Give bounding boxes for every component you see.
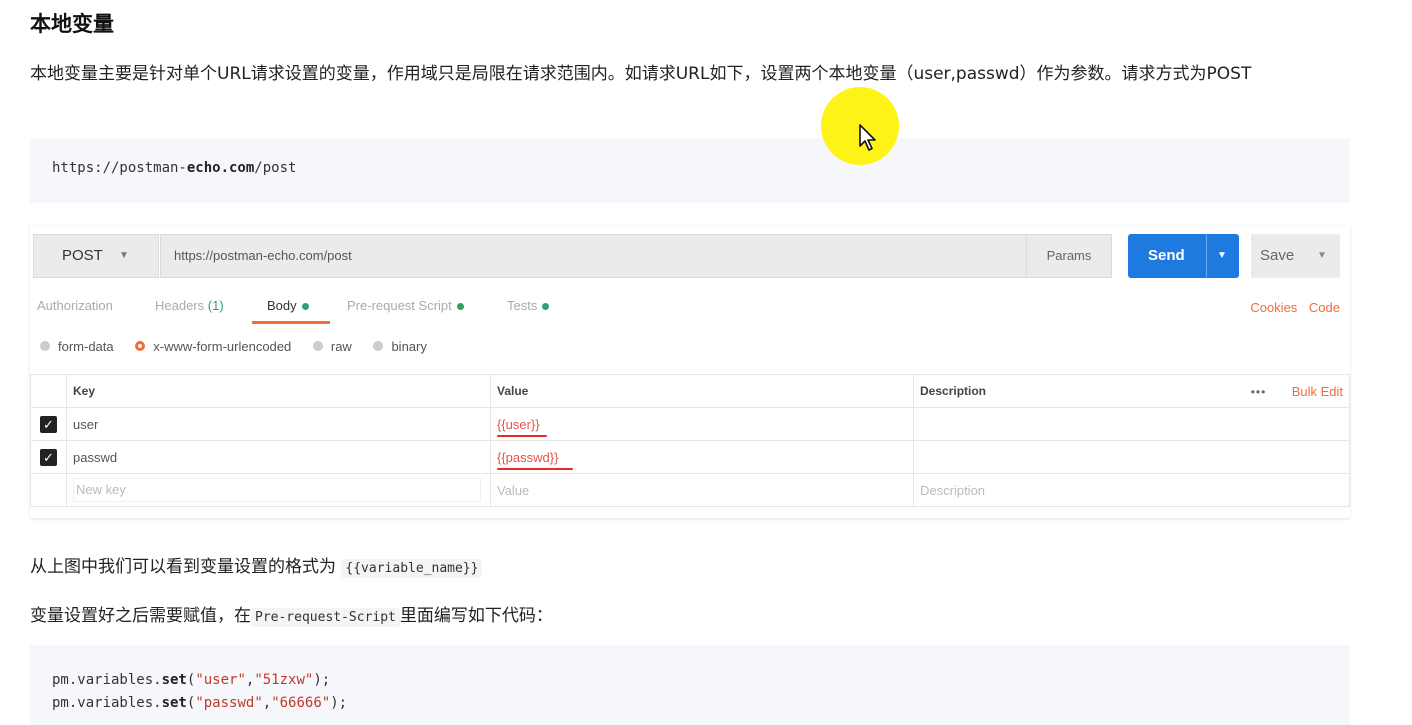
radio-circle <box>373 341 384 351</box>
row-checkbox[interactable]: ✓ <box>30 440 67 474</box>
radio-binary[interactable]: binary <box>373 339 427 354</box>
key-cell[interactable]: user <box>66 407 491 441</box>
table-header-row: Key Value Description ••• Bulk Edit <box>30 374 1350 408</box>
row-checkbox-empty <box>30 473 67 507</box>
key-value-table: Key Value Description ••• Bulk Edit ✓ us… <box>30 374 1350 507</box>
params-button[interactable]: Params <box>1027 234 1112 278</box>
code-line: pm.variables.set("user","51zxw"); <box>52 672 331 688</box>
tab-tests[interactable]: Tests <box>507 298 550 313</box>
postman-request-panel: POST ▼ https://postman-echo.com/post Par… <box>30 226 1350 518</box>
checkmark-icon[interactable]: ✓ <box>40 448 57 466</box>
table-row: ✓ user {{user}} <box>30 407 1350 441</box>
request-links: Cookies Code <box>1242 300 1340 315</box>
radio-circle <box>312 341 323 351</box>
send-button[interactable]: Send ▼ <box>1128 234 1239 278</box>
page-title: 本地变量 <box>30 12 114 36</box>
headers-count: (1) <box>207 298 224 313</box>
format-paragraph: 从上图中我们可以看到变量设置的格式为 {{variable_name}} <box>30 552 483 578</box>
radio-circle <box>135 341 146 351</box>
table-header-key: Key <box>66 374 491 408</box>
cookies-link[interactable]: Cookies <box>1250 300 1297 315</box>
table-header-value: Value <box>490 374 914 408</box>
tab-body[interactable]: Body <box>267 298 309 313</box>
bulk-edit-link[interactable]: Bulk Edit <box>1292 384 1343 399</box>
key-cell[interactable]: passwd <box>66 440 491 474</box>
body-type-selector: form-data x-www-form-urlencoded raw bina… <box>40 339 445 354</box>
table-row: ✓ passwd {{passwd}} <box>30 440 1350 474</box>
inline-code-variable-name: {{variable_name}} <box>341 559 483 578</box>
chevron-down-icon: ▼ <box>119 250 129 261</box>
tab-pre-request-script[interactable]: Pre-request Script <box>347 298 464 313</box>
status-dot-icon <box>301 303 309 311</box>
annotation-underline <box>497 435 547 437</box>
value-cell[interactable]: {{user}} <box>490 407 914 441</box>
url-input[interactable]: https://postman-echo.com/post <box>160 234 1027 278</box>
chevron-down-icon[interactable]: ▼ <box>1206 234 1227 278</box>
request-tabs: Authorization Headers (1) Body Pre-reque… <box>30 288 1350 324</box>
radio-form-data[interactable]: form-data <box>40 339 114 354</box>
description-cell[interactable] <box>913 440 1350 474</box>
send-label: Send <box>1148 247 1185 264</box>
intro-paragraph: 本地变量主要是针对单个URL请求设置的变量，作用域只是局限在请求范围内。如请求U… <box>30 64 1252 84</box>
new-key-cell[interactable]: New key <box>66 473 491 507</box>
request-bar: POST ▼ https://postman-echo.com/post Par… <box>30 234 1350 278</box>
status-dot-icon <box>542 303 550 311</box>
description-cell[interactable] <box>913 407 1350 441</box>
radio-raw[interactable]: raw <box>312 339 352 354</box>
save-label: Save <box>1260 247 1295 264</box>
new-description-cell[interactable]: Description <box>913 473 1350 507</box>
method-select[interactable]: POST ▼ <box>33 234 159 278</box>
active-tab-indicator <box>252 321 330 324</box>
new-value-cell[interactable]: Value <box>490 473 914 507</box>
save-button[interactable]: Save ▼ <box>1251 234 1340 278</box>
tab-authorization[interactable]: Authorization <box>37 298 113 313</box>
mouse-pointer-icon <box>859 124 876 151</box>
annotation-underline <box>497 468 573 470</box>
table-row-new: New key Value Description <box>30 473 1350 507</box>
method-label: POST <box>62 247 103 264</box>
tab-headers[interactable]: Headers (1) <box>155 298 224 313</box>
radio-circle <box>40 341 50 351</box>
table-header-check <box>30 374 67 408</box>
value-cell[interactable]: {{passwd}} <box>490 440 914 474</box>
new-key-input[interactable]: New key <box>73 478 481 502</box>
status-dot-icon <box>456 303 464 311</box>
chevron-down-icon[interactable]: ▼ <box>1317 234 1327 278</box>
code-line: pm.variables.set("passwd","66666"); <box>52 695 348 711</box>
more-options-icon[interactable]: ••• <box>1251 385 1267 399</box>
row-checkbox[interactable]: ✓ <box>30 407 67 441</box>
script-code-block: pm.variables.set("user","51zxw"); pm.var… <box>30 645 1350 725</box>
radio-x-www-form-urlencoded[interactable]: x-www-form-urlencoded <box>135 339 291 354</box>
url-domain: echo.com <box>186 160 255 176</box>
inline-code-pre-request-script: Pre-request-Script <box>251 608 400 627</box>
table-header-tools: ••• Bulk Edit <box>1251 384 1343 399</box>
table-header-description: Description ••• Bulk Edit <box>913 374 1350 408</box>
url-suffix: /post <box>254 160 297 176</box>
code-link[interactable]: Code <box>1309 300 1340 315</box>
url-prefix: https://postman- <box>52 160 187 176</box>
checkmark-icon[interactable]: ✓ <box>40 415 57 433</box>
url-code-block: https://postman-echo.com/post <box>30 138 1350 203</box>
assign-paragraph: 变量设置好之后需要赋值，在 Pre-request-Script 里面编写如下代码： <box>30 606 553 627</box>
